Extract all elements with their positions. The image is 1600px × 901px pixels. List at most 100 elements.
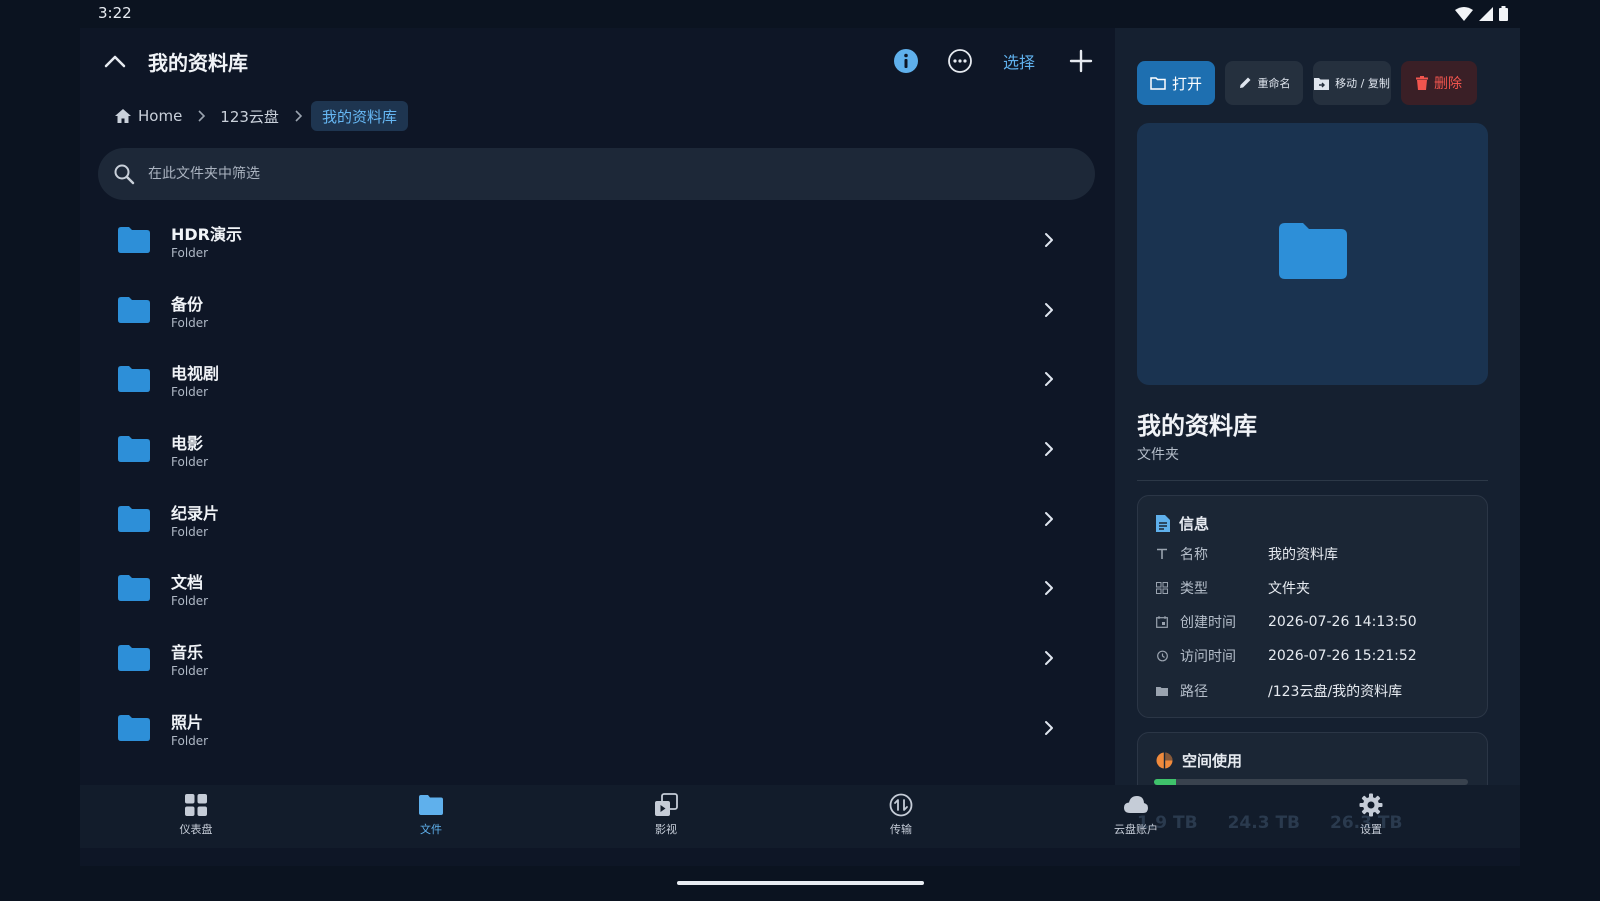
history-icon — [1157, 650, 1168, 662]
folder-type: Folder — [171, 246, 209, 260]
delete-label: 删除 — [1434, 76, 1462, 92]
search-input[interactable] — [148, 148, 1048, 200]
info-row-name: 名称 我的资料库 — [1156, 544, 1476, 564]
space-card-title: 空间使用 — [1156, 750, 1242, 771]
divider — [1137, 480, 1488, 481]
delete-button[interactable]: 删除 — [1401, 61, 1477, 105]
open-label: 打开 — [1171, 74, 1202, 93]
folder-icon — [118, 645, 150, 672]
status-time: 3:22 — [98, 4, 132, 22]
chevron-up-icon[interactable] — [102, 48, 128, 74]
details-panel: 打开 重命名 移动 / 复制 删除 我的资料库 文件夹 信息 名称 我的资料库 … — [1115, 28, 1520, 812]
bottom-navigation: 1.9 TB 24.3 TB 26.3 TB 仪表盘 文件 影视 传输 云盘账户… — [80, 785, 1520, 848]
text-icon — [1157, 548, 1167, 559]
list-item[interactable]: 音乐 Folder — [80, 627, 1115, 697]
trash-icon — [1416, 76, 1428, 90]
list-item[interactable]: 文档 Folder — [80, 557, 1115, 627]
app-window: 我的资料库 选择 Home 123云盘 我的资料库 HDR演示Folder备份F… — [80, 28, 1520, 866]
folder-type: Folder — [171, 315, 209, 330]
select-button[interactable]: 选择 — [1003, 49, 1035, 73]
search-bar — [98, 148, 1095, 200]
search-icon — [114, 164, 135, 185]
folder-name: 文档 — [171, 573, 204, 593]
home-indicator[interactable] — [677, 881, 924, 885]
transfer-icon — [889, 793, 913, 817]
folder-icon — [419, 795, 443, 815]
folder-icon — [118, 575, 150, 602]
file-browser: 我的资料库 选择 Home 123云盘 我的资料库 HDR演示Folder备份F… — [80, 28, 1115, 800]
folder-type: Folder — [171, 385, 209, 400]
info-card-title: 信息 — [1156, 513, 1209, 534]
folder-type: Folder — [171, 524, 209, 539]
nav-media[interactable]: 影视 — [616, 793, 716, 837]
folder-icon — [118, 296, 150, 323]
nav-dashboard[interactable]: 仪表盘 — [146, 793, 246, 837]
nav-settings[interactable]: 设置 — [1321, 793, 1421, 837]
list-item[interactable]: 纪录片 Folder — [80, 488, 1115, 558]
home-icon — [115, 109, 131, 123]
open-button[interactable]: 打开 — [1137, 61, 1215, 105]
space-free-value: 24.3 TB — [1227, 813, 1301, 833]
breadcrumb: Home 123云盘 我的资料库 — [108, 101, 408, 131]
list-item[interactable]: 照片 Folder — [80, 697, 1115, 767]
chevron-right-icon — [1045, 651, 1053, 666]
folder-type: Folder — [171, 594, 209, 609]
info-row-path: 路径/123云盘/我的资料库 — [1156, 681, 1476, 701]
move-label: 移动 / 复制 — [1335, 77, 1390, 90]
chevron-right-icon — [198, 110, 206, 122]
folder-name: 照片 — [171, 712, 204, 732]
folder-icon — [1279, 223, 1347, 279]
folder-name: 备份 — [171, 294, 204, 314]
signal-icon — [1479, 6, 1493, 21]
folder-type: Folder — [171, 455, 209, 470]
status-bar: 3:22 — [0, 0, 1600, 28]
list-item[interactable]: 电视剧 Folder — [80, 348, 1115, 418]
breadcrumb-123pan[interactable]: 123云盘 — [214, 106, 285, 127]
more-icon[interactable] — [947, 48, 973, 74]
dashboard-icon — [185, 794, 207, 816]
list-item[interactable]: 电影 Folder — [80, 418, 1115, 488]
status-icons — [1455, 6, 1508, 21]
chevron-right-icon — [295, 110, 303, 122]
folder-icon — [118, 714, 150, 741]
folder-preview — [1137, 123, 1488, 385]
folder-name: HDR演示 — [171, 225, 242, 244]
move-copy-button[interactable]: 移动 / 复制 — [1313, 61, 1391, 105]
action-bar: 打开 重命名 移动 / 复制 删除 — [1137, 61, 1477, 105]
chevron-right-icon — [1045, 442, 1053, 457]
nav-files[interactable]: 文件 — [381, 793, 481, 837]
folder-name: 音乐 — [171, 643, 204, 663]
info-icon[interactable] — [893, 48, 919, 74]
folder-move-icon — [1314, 77, 1330, 90]
info-row-accessed: 访问时间 2026-07-26 15:21:52 — [1156, 646, 1476, 666]
info-row-created: 创建时间 2026-07-26 14:13:50 — [1156, 612, 1476, 632]
page-title: 我的资料库 — [148, 51, 248, 75]
nav-transfer[interactable]: 传输 — [851, 793, 951, 837]
header: 我的资料库 选择 — [80, 28, 1115, 94]
battery-icon — [1499, 6, 1508, 21]
info-row-type: 类型 文件夹 — [1156, 578, 1476, 598]
chevron-right-icon — [1045, 372, 1053, 387]
breadcrumb-home[interactable]: Home — [108, 107, 188, 125]
folder-icon — [118, 505, 150, 532]
list-item[interactable]: 备份 Folder — [80, 279, 1115, 349]
info-card: 信息 名称 我的资料库 类型 文件夹 创建时间 2026-07-26 14:13:50… — [1137, 495, 1488, 718]
folder-icon — [118, 436, 150, 463]
add-icon[interactable] — [1067, 47, 1095, 75]
folder-type: Folder — [171, 664, 209, 679]
calendar-icon — [1156, 616, 1168, 628]
folder-name: 电视剧 — [171, 364, 220, 384]
nav-cloud-account[interactable]: 云盘账户 — [1086, 793, 1186, 837]
rename-label: 重命名 — [1257, 77, 1291, 90]
folder-name: 纪录片 — [171, 503, 220, 523]
folder-icon — [118, 227, 150, 253]
grid-icon — [1156, 582, 1168, 594]
folder-list: HDR演示 Folder 备份 Folder 电视剧 Folder 电影 Folder 纪录片 F… — [80, 209, 1115, 767]
list-item[interactable]: HDR演示 Folder — [80, 209, 1115, 279]
breadcrumb-current[interactable]: 我的资料库 — [310, 101, 408, 131]
chevron-right-icon — [1045, 302, 1053, 317]
media-icon — [655, 793, 678, 816]
chevron-right-icon — [1045, 233, 1053, 247]
rename-button[interactable]: 重命名 — [1225, 61, 1303, 105]
pencil-icon — [1239, 77, 1250, 88]
